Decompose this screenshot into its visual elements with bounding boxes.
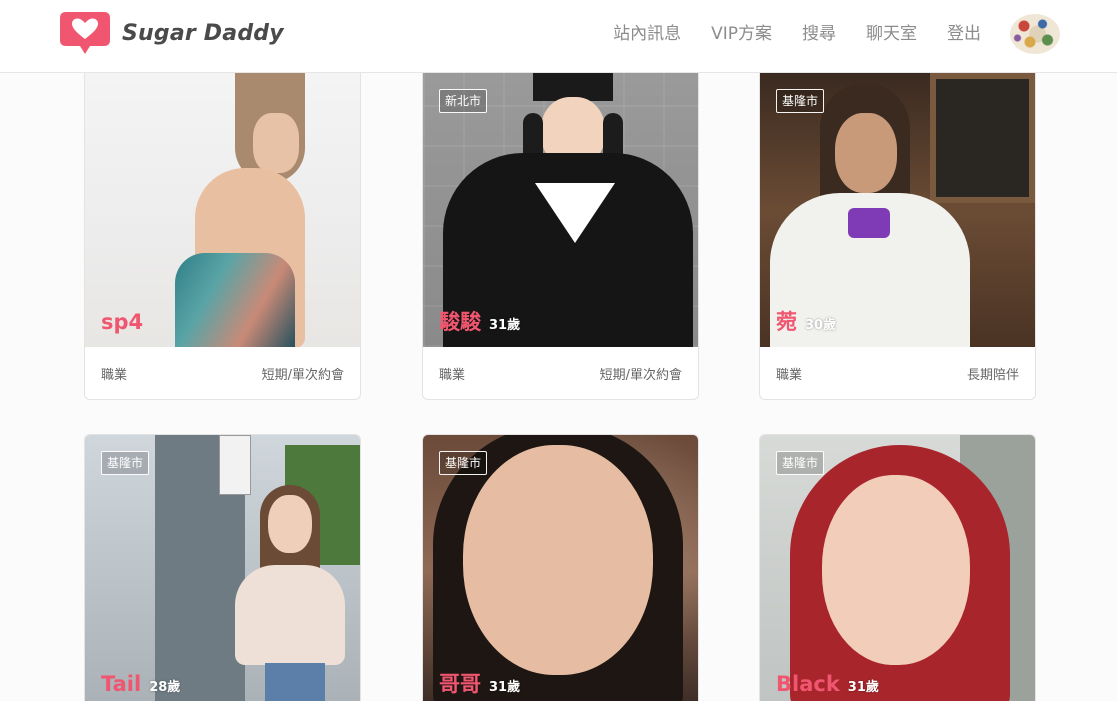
profile-age: 31歲 <box>489 318 521 333</box>
profile-nickname: 菀 <box>776 310 797 334</box>
profile-info-row: 職業 短期/單次約會 <box>85 347 360 399</box>
profile-name-line: 哥哥 31歲 <box>439 674 520 695</box>
profile-nickname: Tail <box>101 672 142 696</box>
user-avatar[interactable] <box>1010 14 1060 54</box>
profile-name-line: sp4 <box>101 312 143 333</box>
profile-nickname: sp4 <box>101 310 144 334</box>
profile-card[interactable]: 基隆市 Tail 28歲 <box>84 434 361 701</box>
nav-chatroom[interactable]: 聊天室 <box>866 22 917 46</box>
profile-card[interactable]: sp4 職業 短期/單次約會 <box>84 73 361 400</box>
city-badge: 新北市 <box>439 89 488 113</box>
nav-logout[interactable]: 登出 <box>947 22 981 46</box>
profile-nickname: 哥哥 <box>439 672 481 696</box>
profile-card[interactable]: 基隆市 哥哥 31歲 <box>422 434 699 701</box>
profile-photo: 基隆市 菀 30歲 <box>760 73 1035 347</box>
nav-vip-plan[interactable]: VIP方案 <box>711 22 772 46</box>
profile-name-line: 駿駿 31歲 <box>439 312 520 333</box>
brand-link[interactable]: Sugar Daddy <box>60 12 284 54</box>
top-navbar: Sugar Daddy 站內訊息 VIP方案 搜尋 聊天室 登出 <box>0 0 1117 73</box>
profile-name-line: Tail 28歲 <box>101 674 180 695</box>
profile-card[interactable]: 基隆市 Black 31歲 <box>759 434 1036 701</box>
profile-photo: 新北市 駿駿 31歲 <box>423 73 698 347</box>
main-nav: 站內訊息 VIP方案 搜尋 聊天室 登出 <box>613 22 981 46</box>
profile-nickname: 駿駿 <box>439 310 481 334</box>
brand-name: Sugar Daddy <box>122 21 284 46</box>
occupation-label: 職業 <box>101 367 128 383</box>
profile-photo: sp4 <box>85 73 360 347</box>
profile-photo: 基隆市 Black 31歲 <box>760 435 1035 701</box>
profile-name-line: Black 31歲 <box>776 674 879 695</box>
relationship-tag: 長期陪伴 <box>966 367 1019 383</box>
profile-card[interactable]: 新北市 駿駿 31歲 職業 短期/單次約會 <box>422 73 699 400</box>
profile-info-row: 職業 短期/單次約會 <box>423 347 698 399</box>
profile-nickname: Black <box>776 672 840 696</box>
city-badge: 基隆市 <box>101 451 150 475</box>
occupation-label: 職業 <box>439 367 466 383</box>
nav-messages[interactable]: 站內訊息 <box>613 22 681 46</box>
relationship-tag: 短期/單次約會 <box>261 367 344 383</box>
profile-photo: 基隆市 哥哥 31歲 <box>423 435 698 701</box>
heart-chat-icon <box>60 12 110 54</box>
profile-info-row: 職業 長期陪伴 <box>760 347 1035 399</box>
profile-age: 31歲 <box>489 680 521 695</box>
profile-card[interactable]: 基隆市 菀 30歲 職業 長期陪伴 <box>759 73 1036 400</box>
profile-name-line: 菀 30歲 <box>776 312 836 333</box>
occupation-label: 職業 <box>776 367 803 383</box>
city-badge: 基隆市 <box>439 451 488 475</box>
city-badge: 基隆市 <box>776 451 825 475</box>
profile-photo: 基隆市 Tail 28歲 <box>85 435 360 701</box>
city-badge: 基隆市 <box>776 89 825 113</box>
relationship-tag: 短期/單次約會 <box>599 367 682 383</box>
profile-age: 31歲 <box>847 680 879 695</box>
profile-age: 30歲 <box>805 318 837 333</box>
profile-age: 28歲 <box>149 680 181 695</box>
nav-search[interactable]: 搜尋 <box>802 22 836 46</box>
